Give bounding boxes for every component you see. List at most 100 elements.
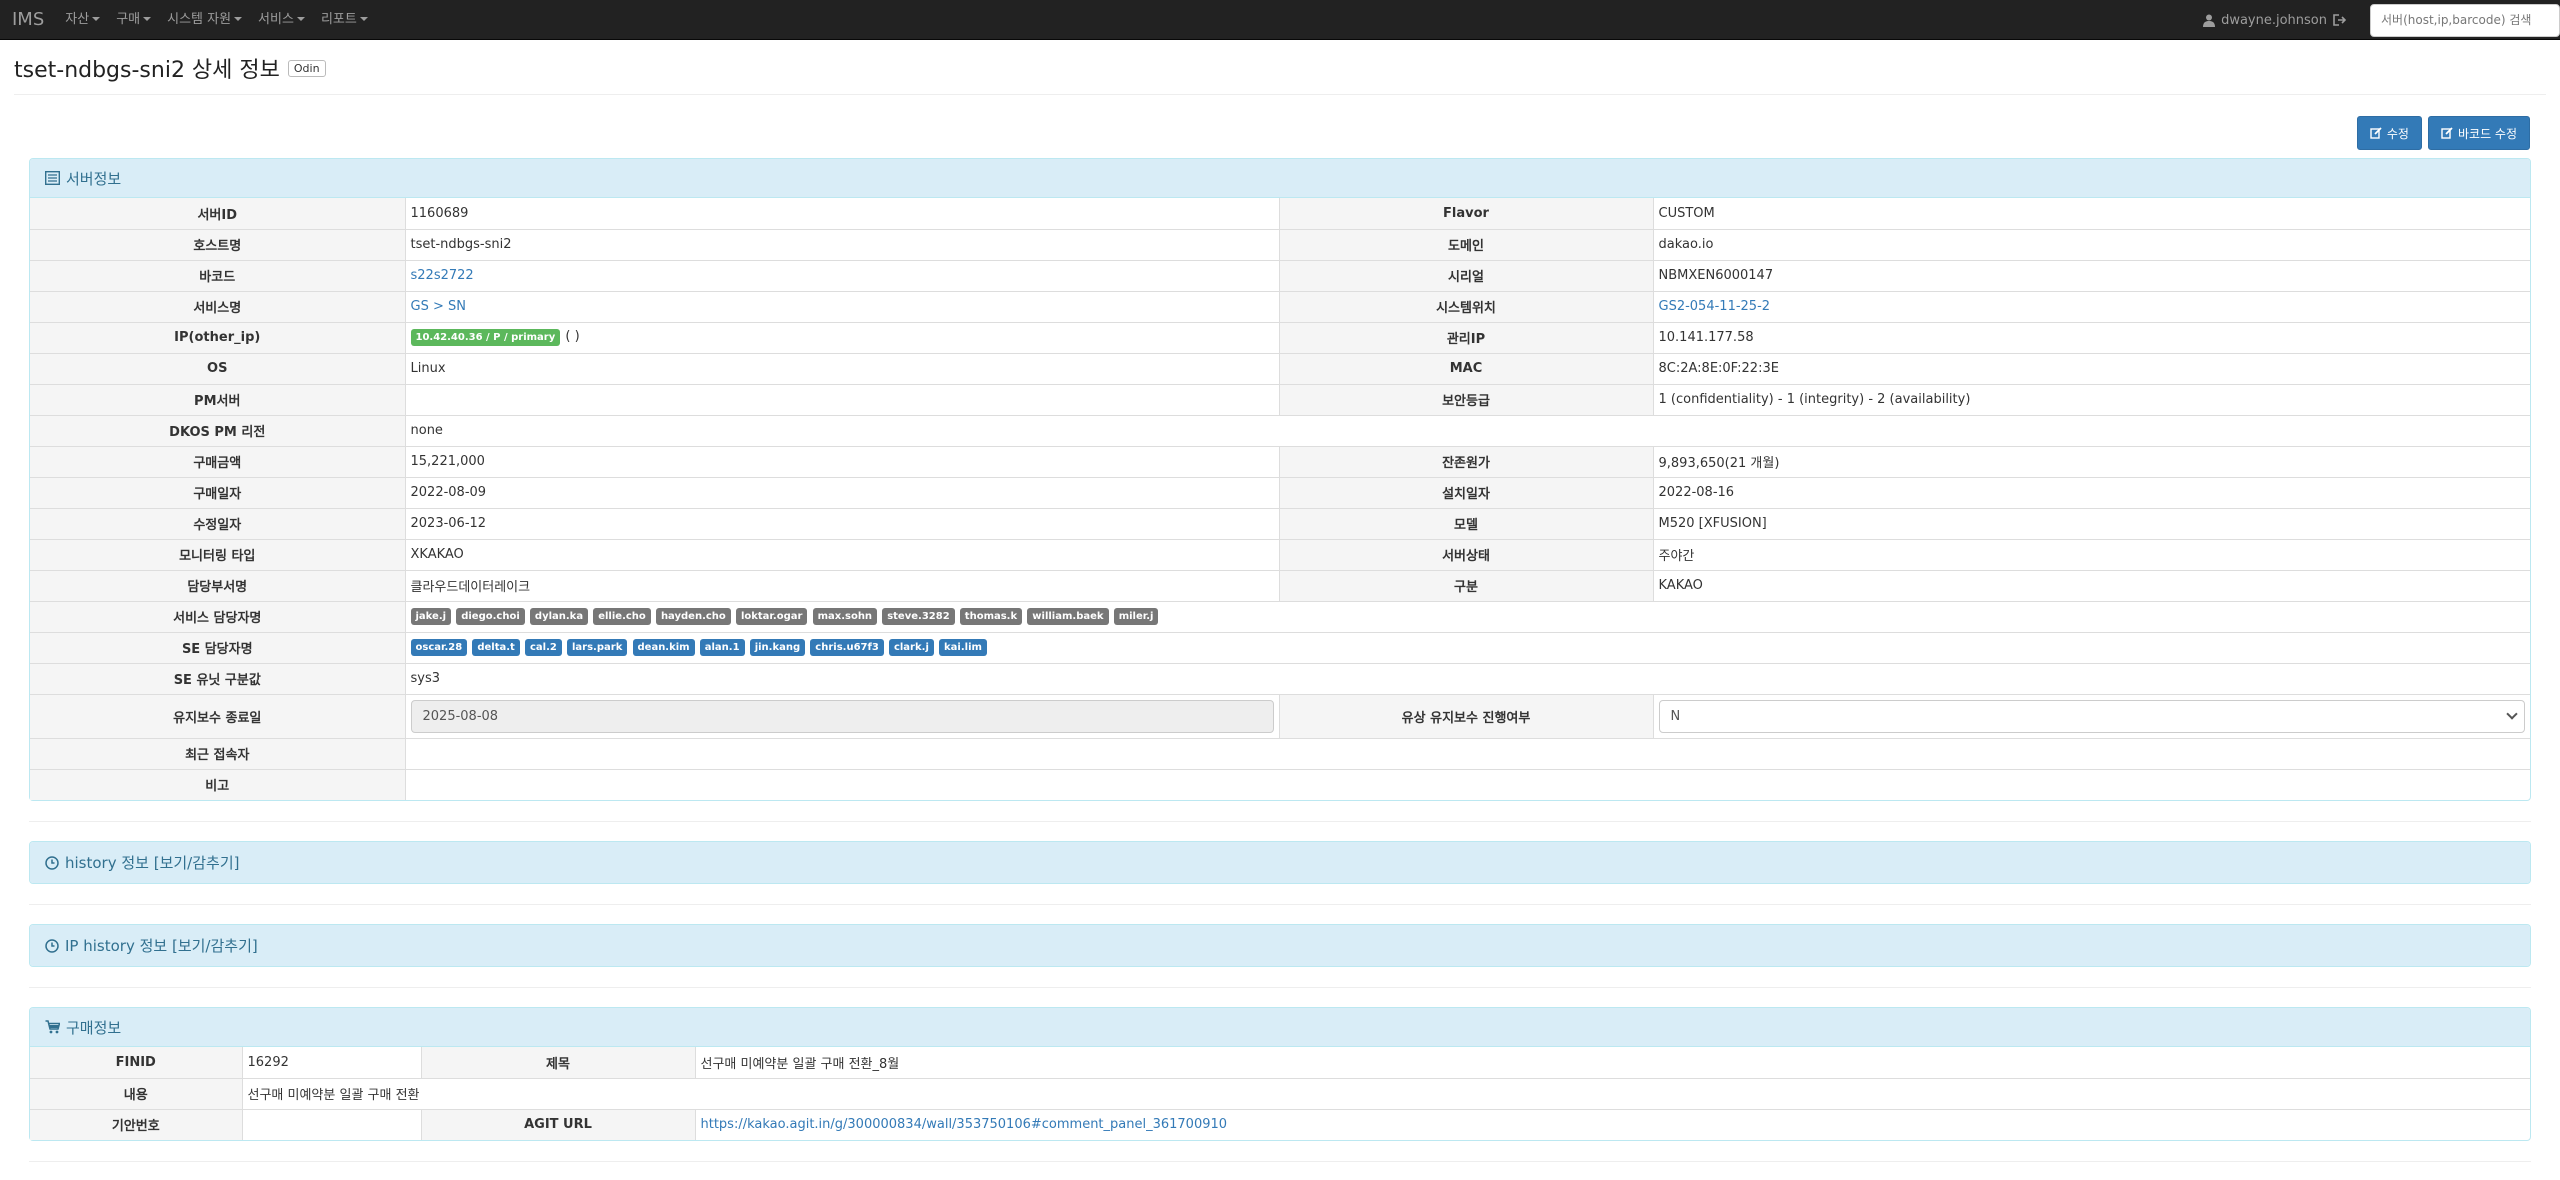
server-search-input[interactable] xyxy=(2370,3,2560,37)
nav-menu-purchase[interactable]: 구매 xyxy=(108,0,159,40)
table-row: DKOS PM 리전 none xyxy=(30,414,2530,447)
field-label: 서버ID xyxy=(30,198,406,230)
field-label: 유상 유지보수 진행여부 xyxy=(1278,693,1654,739)
field-label: 구매금액 xyxy=(30,445,406,478)
ip-history-panel: IP history 정보 [보기/감추기] xyxy=(29,924,2531,967)
field-label: 제목 xyxy=(420,1047,696,1079)
field-label: Flavor xyxy=(1278,198,1654,230)
brand-link[interactable]: IMS xyxy=(0,0,57,40)
se-badge: oscar.28 xyxy=(410,639,468,656)
system-location-link[interactable]: GS2-054-11-25-2 xyxy=(1659,299,1771,314)
history-heading[interactable]: history 정보 [보기/감추기] xyxy=(30,842,2530,883)
purchase-amount-value: 15,221,000 xyxy=(404,445,1280,478)
history-toggle[interactable]: history 정보 [보기/감추기] xyxy=(65,852,240,873)
nav-menu-label: 자산 xyxy=(65,11,90,27)
clock-icon xyxy=(45,855,59,870)
table-row: FINID 16292 제목 선구매 미예약분 일괄 구매 전환_8월 xyxy=(30,1047,2530,1079)
edit-button[interactable]: 수정 xyxy=(2356,116,2422,150)
table-row: SE 담당자명 oscar.28 delta.t cal.2 lars.park… xyxy=(30,631,2530,664)
purchase-info-table: FINID 16292 제목 선구매 미예약분 일괄 구매 전환_8월 내용 선… xyxy=(30,1047,2530,1140)
caret-down-icon xyxy=(234,17,243,21)
user-logout-link[interactable]: dwayne.johnson xyxy=(2203,13,2347,28)
field-label: 수정일자 xyxy=(30,507,406,540)
divider xyxy=(29,821,2531,822)
residual-value-value: 9,893,650(21 개월) xyxy=(1652,445,2530,478)
se-badge: dean.kim xyxy=(632,639,695,656)
caret-down-icon xyxy=(92,17,101,21)
agit-url-link[interactable]: https://kakao.agit.in/g/300000834/wall/3… xyxy=(701,1117,1228,1132)
field-label: 내용 xyxy=(30,1077,243,1110)
system-location-cell: GS2-054-11-25-2 xyxy=(1652,290,2530,323)
install-date-value: 2022-08-16 xyxy=(1652,476,2530,509)
nav-menu-service[interactable]: 서비스 xyxy=(250,0,313,40)
table-row: 내용 선구매 미예약분 일괄 구매 전환 xyxy=(30,1077,2530,1110)
action-bar: 수정 바코드 수정 xyxy=(0,95,2560,150)
flavor-value: CUSTOM xyxy=(1652,198,2530,230)
manager-badge: jake.j xyxy=(410,608,452,625)
server-info-title: 서버정보 xyxy=(66,169,122,188)
recent-access-value xyxy=(404,737,2530,770)
server-info-panel: 서버정보 서버ID 1160689 Flavor CUSTOM 호스트명 tse… xyxy=(29,158,2531,801)
barcode-link[interactable]: s22s2722 xyxy=(411,268,474,283)
edit-button-label: 수정 xyxy=(2386,126,2409,141)
os-value: Linux xyxy=(404,352,1280,385)
navbar-right: dwayne.johnson xyxy=(2203,0,2560,40)
username: dwayne.johnson xyxy=(2221,12,2327,28)
page-header: tset-ndbgs-sni2 상세 정보 Odin xyxy=(14,52,2546,95)
server-info-heading: 서버정보 xyxy=(30,159,2530,198)
divider xyxy=(29,1161,2531,1162)
ip-history-toggle[interactable]: IP history 정보 [보기/감추기] xyxy=(65,935,258,956)
barcode-cell: s22s2722 xyxy=(404,259,1280,292)
maint-end-date-input[interactable] xyxy=(410,699,1274,733)
field-label: 시스템위치 xyxy=(1278,290,1654,323)
divider xyxy=(29,987,2531,988)
field-label: 잔존원가 xyxy=(1278,445,1654,478)
nav-menu-label: 구매 xyxy=(116,11,141,27)
draft-no-value xyxy=(241,1108,422,1140)
manager-badge: william.baek xyxy=(1027,608,1109,625)
manager-badge: loktar.ogar xyxy=(735,608,808,625)
ip-history-heading[interactable]: IP history 정보 [보기/감추기] xyxy=(30,925,2530,966)
se-managers-cell: oscar.28 delta.t cal.2 lars.park dean.ki… xyxy=(404,631,2530,664)
field-label: 기안번호 xyxy=(30,1108,243,1140)
dept-value: 클라우드데이터레이크 xyxy=(404,569,1280,602)
field-label: 구분 xyxy=(1278,569,1654,602)
field-label: MAC xyxy=(1278,352,1654,385)
manager-badge: ellie.cho xyxy=(593,608,651,625)
edit-icon xyxy=(2370,127,2382,139)
service-name-link[interactable]: GS > SN xyxy=(411,299,466,314)
manager-badge: steve.3282 xyxy=(882,608,955,625)
field-label: 모델 xyxy=(1278,507,1654,540)
domain-value: dakao.io xyxy=(1652,228,2530,261)
divider xyxy=(29,904,2531,905)
source-badge: Odin xyxy=(287,59,326,77)
nav-menu-asset[interactable]: 자산 xyxy=(57,0,108,40)
field-label: 유지보수 종료일 xyxy=(30,693,406,739)
subject-value: 선구매 미예약분 일괄 구매 전환_8월 xyxy=(694,1047,2530,1079)
manager-badge: diego.choi xyxy=(456,608,525,625)
nav-menu-label: 시스템 자원 xyxy=(167,11,232,27)
field-label: AGIT URL xyxy=(420,1108,696,1140)
table-row: 구매일자 2022-08-09 설치일자 2022-08-16 xyxy=(30,476,2530,509)
barcode-edit-button[interactable]: 바코드 수정 xyxy=(2427,116,2530,150)
purchase-info-panel: 구매정보 FINID 16292 제목 선구매 미예약분 일괄 구매 전환_8월… xyxy=(29,1007,2531,1141)
field-label: DKOS PM 리전 xyxy=(30,414,406,447)
page-title: tset-ndbgs-sni2 상세 정보 xyxy=(14,58,280,83)
nav-menu-system-resources[interactable]: 시스템 자원 xyxy=(159,0,250,40)
table-row: 모니터링 타입 XKAKAO 서버상태 주야간 xyxy=(30,538,2530,571)
dkos-pm-region-value: none xyxy=(404,414,2530,447)
field-label: 구매일자 xyxy=(30,476,406,509)
table-row: 유지보수 종료일 유상 유지보수 진행여부 N xyxy=(30,693,2530,739)
service-name-cell: GS > SN xyxy=(404,290,1280,323)
field-label: 비고 xyxy=(30,768,406,800)
table-row: SE 유닛 구분값 sys3 xyxy=(30,662,2530,695)
paid-maint-select[interactable]: N xyxy=(1658,699,2525,733)
mac-value: 8C:2A:8E:0F:22:3E xyxy=(1652,352,2530,385)
content-value: 선구매 미예약분 일괄 구매 전환 xyxy=(241,1077,2530,1110)
barcode-edit-button-label: 바코드 수정 xyxy=(2457,126,2517,141)
nav-menu-report[interactable]: 리포트 xyxy=(313,0,376,40)
table-row: 기안번호 AGIT URL https://kakao.agit.in/g/30… xyxy=(30,1108,2530,1140)
se-unit-value: sys3 xyxy=(404,662,2530,695)
maint-end-cell xyxy=(404,693,1280,739)
shopping-cart-icon xyxy=(45,1020,60,1034)
